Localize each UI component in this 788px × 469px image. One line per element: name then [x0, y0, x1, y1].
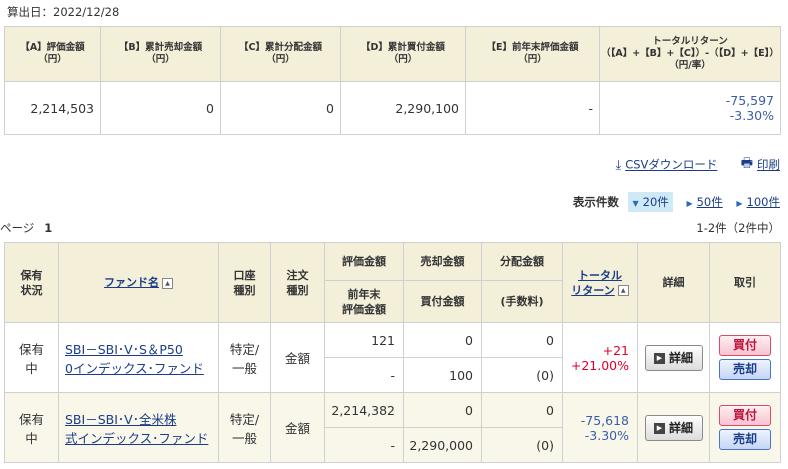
display-count-20[interactable]: ▼ 20件 [628, 192, 673, 212]
fund-account: 特定/一般 [218, 392, 271, 463]
value-dist-total: 0 [220, 81, 341, 135]
header-status: 保有 状況 [4, 242, 59, 323]
fund-order: 金額 [270, 322, 325, 393]
fund-prev-eval: - [324, 357, 404, 393]
value-eval-total: 2,214,503 [4, 81, 101, 135]
sell-button[interactable]: 売却 [719, 359, 771, 380]
header-dist-total: 【C】累計分配金額 （円） [220, 26, 341, 82]
download-icon: ⤓ [615, 157, 622, 173]
sell-button[interactable]: 売却 [719, 429, 771, 450]
header-detail: 詳細 [637, 242, 710, 323]
fund-total-return: -75,618 -3.30% [562, 392, 638, 463]
value-sell-total: 0 [100, 81, 221, 135]
caret-right-icon: ▶ [736, 199, 743, 208]
fund-buy: 2,290,000 [403, 427, 482, 463]
display-count-selector: 表示件数 ▼ 20件 ▶ 50件 ▶ 100件 [573, 192, 780, 212]
header-trade: 取引 [709, 242, 781, 323]
fund-fee: (0) [481, 357, 563, 393]
fund-name[interactable]: SBI－SBI･V･S＆P50 0インデックス･ファンド [58, 322, 219, 393]
fund-detail-cell: ▶ 詳細 [637, 392, 710, 463]
fund-total-return: +21 +21.00% [562, 322, 638, 393]
result-count: 1-2件（2件中） [696, 221, 780, 235]
play-icon: ▶ [653, 422, 665, 434]
value-prev-eval: - [465, 81, 600, 135]
fund-eval: 2,214,382 [324, 392, 404, 428]
caret-down-icon: ▼ [632, 199, 639, 208]
fund-buy: 100 [403, 357, 482, 393]
fund-name[interactable]: SBI－SBI･V･全米株 式インデックス･ファンド [58, 392, 219, 463]
fund-sell: 0 [403, 392, 482, 428]
header-total-return[interactable]: トータル リターン ▲ [562, 242, 638, 323]
fund-status: 保有中 [4, 392, 59, 463]
header-fund-name[interactable]: ファンド名 ▲ [58, 242, 219, 323]
header-sell-total: 【B】累計売却金額 （円） [100, 26, 221, 82]
display-count-50[interactable]: ▶ 50件 [686, 194, 722, 210]
fund-order: 金額 [270, 392, 325, 463]
fund-account: 特定/一般 [218, 322, 271, 393]
print-link[interactable]: 印刷 [757, 158, 780, 172]
table-row: 保有中 SBI－SBI･V･S＆P50 0インデックス･ファンド 特定/一般 金額… [4, 322, 781, 393]
header-order: 注文 種別 [270, 242, 325, 323]
summary-table: 【A】評価金額 （円） 【B】累計売却金額 （円） 【C】累計分配金額 （円） 【D】… [4, 26, 781, 135]
detail-button[interactable]: ▶ 詳細 [644, 344, 703, 371]
display-count-label: 表示件数 [572, 195, 619, 209]
header-fee: (手数料) [481, 280, 563, 323]
fund-fee: (0) [481, 427, 563, 463]
fund-table: 保有 状況 ファンド名 ▲ 口座 種別 注文 種別 評価金額 売却金額 分配金額 トータ… [4, 242, 781, 463]
fund-eval: 121 [324, 322, 404, 358]
calc-date: 算出日：2022/12/28 [7, 5, 120, 19]
fund-dist: 0 [481, 322, 563, 358]
sort-icon[interactable]: ▲ [617, 285, 629, 296]
buy-button[interactable]: 買付 [719, 335, 771, 356]
header-dist: 分配金額 [481, 242, 563, 281]
header-account: 口座 種別 [218, 242, 271, 323]
fund-sell: 0 [403, 322, 482, 358]
fund-trade-cell: 買付 売却 [709, 392, 781, 463]
tool-links: ⤓ CSVダウンロード 🖶 印刷 [615, 154, 780, 176]
csv-download-link[interactable]: CSVダウンロード [625, 158, 717, 172]
detail-button[interactable]: ▶ 詳細 [644, 414, 703, 441]
header-sell: 売却金額 [403, 242, 482, 281]
table-row: 保有中 SBI－SBI･V･全米株 式インデックス･ファンド 特定/一般 金額 2… [4, 392, 781, 463]
header-eval-total: 【A】評価金額 （円） [4, 26, 101, 82]
fund-trade-cell: 買付 売却 [709, 322, 781, 393]
caret-right-icon: ▶ [686, 199, 693, 208]
buy-button[interactable]: 買付 [719, 405, 771, 426]
header-prev-eval: 前年末 評価金額 [324, 280, 404, 323]
fund-status: 保有中 [4, 322, 59, 393]
header-buy: 買付金額 [403, 280, 482, 323]
display-count-100[interactable]: ▶ 100件 [736, 194, 780, 210]
value-total-return: -75,597 -3.30% [599, 81, 781, 135]
printer-icon: 🖶 [740, 156, 753, 171]
header-eval: 評価金額 [324, 242, 404, 281]
page-indicator: ページ 1 [0, 221, 53, 235]
header-buy-total: 【D】累計買付金額 （円） [340, 26, 466, 82]
fund-prev-eval: - [324, 427, 404, 463]
fund-dist: 0 [481, 392, 563, 428]
play-icon: ▶ [653, 352, 665, 364]
value-buy-total: 2,290,100 [340, 81, 466, 135]
header-prev-eval: 【E】前年末評価金額 （円） [465, 26, 600, 82]
header-total-return: トータルリターン （【A】+【B】+【C】）-（【D】+【E】） （円/率） [599, 26, 781, 82]
sort-icon[interactable]: ▲ [162, 277, 173, 289]
fund-detail-cell: ▶ 詳細 [637, 322, 710, 393]
